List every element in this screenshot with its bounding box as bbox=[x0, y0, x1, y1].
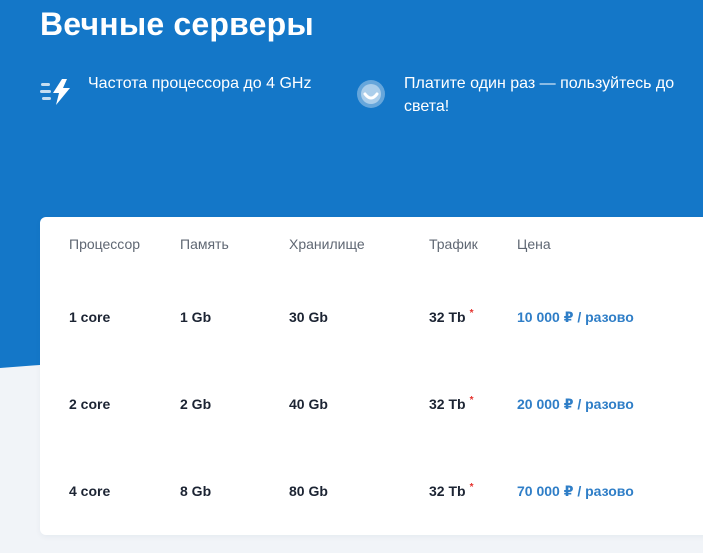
hero-section: Вечные серверы Частота процессора до 4 G… bbox=[0, 0, 703, 553]
row-1-cpu: 1 core bbox=[69, 309, 111, 325]
row-1-traffic: 32 Tb * bbox=[429, 308, 474, 325]
row-3-traffic: 32 Tb * bbox=[429, 482, 474, 499]
row-3-price[interactable]: 70 000 ₽ / разово bbox=[517, 483, 634, 500]
row-3-memory: 8 Gb bbox=[180, 483, 212, 499]
header-memory: Память bbox=[180, 236, 229, 252]
row-2-traffic: 32 Tb * bbox=[429, 395, 474, 412]
row-3-cpu: 4 core bbox=[69, 483, 111, 499]
row-3-traffic-value: 32 Tb bbox=[429, 483, 466, 499]
smile-icon bbox=[356, 79, 386, 114]
header-cpu: Процессор bbox=[69, 236, 141, 252]
pricing-table-card: Процессор Память Хранилище Трафик Цена 1… bbox=[40, 217, 703, 535]
row-3-storage: 80 Gb bbox=[289, 483, 328, 499]
row-2-traffic-footnote-mark: * bbox=[469, 395, 474, 406]
feature-pay-text-line2: света! bbox=[404, 98, 450, 115]
header-price: Цена bbox=[517, 236, 551, 252]
header-storage: Хранилище bbox=[289, 236, 365, 252]
row-2-cpu: 2 core bbox=[69, 396, 111, 412]
row-2-price[interactable]: 20 000 ₽ / разово bbox=[517, 396, 634, 413]
row-1-memory: 1 Gb bbox=[180, 309, 212, 325]
header-traffic: Трафик bbox=[429, 236, 478, 252]
feature-pay-text: Платите один раз — пользуйтесь до света! bbox=[404, 72, 703, 118]
row-2-storage: 40 Gb bbox=[289, 396, 328, 412]
row-3-traffic-footnote-mark: * bbox=[469, 482, 474, 493]
row-1-price[interactable]: 10 000 ₽ / разово bbox=[517, 309, 634, 326]
row-2-traffic-value: 32 Tb bbox=[429, 396, 466, 412]
lightning-speed-icon bbox=[40, 78, 74, 111]
page-title: Вечные серверы bbox=[40, 6, 314, 42]
feature-pay-text-line1: Платите один раз — пользуйтесь до bbox=[404, 75, 675, 92]
feature-cpu-text: Частота процессора до 4 GHz bbox=[88, 75, 312, 92]
row-1-storage: 30 Gb bbox=[289, 309, 328, 325]
row-1-traffic-value: 32 Tb bbox=[429, 309, 466, 325]
row-2-memory: 2 Gb bbox=[180, 396, 212, 412]
row-1-traffic-footnote-mark: * bbox=[469, 308, 474, 319]
